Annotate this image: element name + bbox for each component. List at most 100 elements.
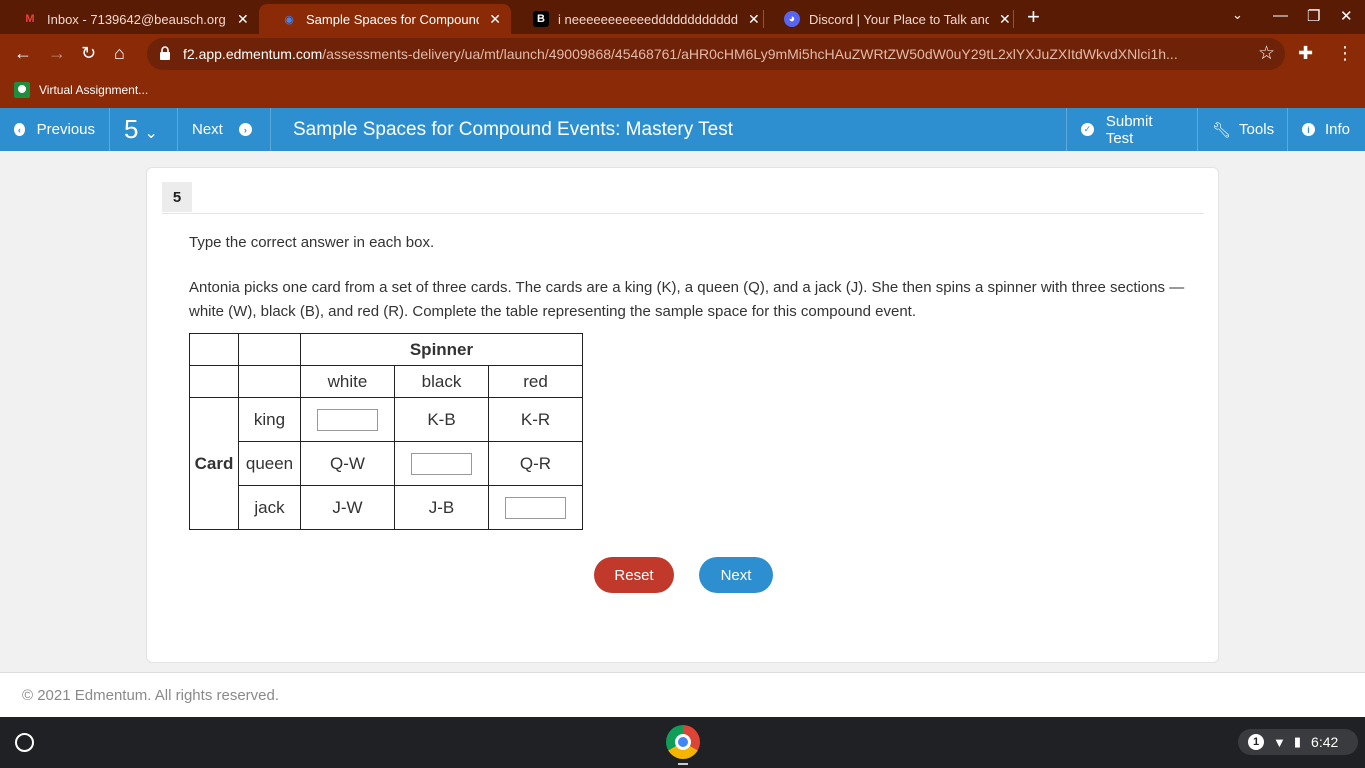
chevron-right-icon: › [238, 123, 252, 136]
answer-input-queen-black[interactable] [411, 452, 472, 475]
classroom-icon [14, 82, 30, 98]
new-tab-icon[interactable]: + [1027, 6, 1040, 28]
empty-cell [189, 333, 239, 366]
url-text: f2.app.edmentum.com/assessments-delivery… [183, 46, 1178, 62]
page-footer: © 2021 Edmentum. All rights reserved. [0, 672, 1365, 717]
close-icon[interactable]: ✕ [489, 11, 501, 28]
cell-jack-white: J-W [300, 485, 395, 530]
cell-king-red: K-R [488, 397, 583, 442]
question-card: 5 Type the correct answer in each box. A… [146, 167, 1219, 663]
tab-brainly[interactable]: B i neeeeeeeeeeeddddddddddddd ✕ [511, 4, 770, 34]
wifi-icon: ▼ [1273, 734, 1286, 750]
tools-label: Tools [1239, 121, 1275, 138]
browser-tab-strip: M Inbox - 7139642@beausch.org - B ✕ ◉ Sa… [0, 0, 1365, 34]
battery-icon: ▮ [1293, 734, 1302, 749]
previous-button[interactable]: ‹ Previous [0, 108, 110, 151]
card-header: Card [189, 397, 239, 530]
chevron-left-icon: ‹ [14, 123, 25, 136]
divider [162, 213, 1204, 214]
notification-badge: 1 [1248, 734, 1264, 750]
question-select-value: 5 [124, 114, 139, 144]
column-header-black: black [394, 365, 489, 398]
next-label: Next [192, 121, 223, 138]
bookmark-label: Virtual Assignment... [39, 83, 149, 97]
cell-jack-black: J-B [394, 485, 489, 530]
reset-button[interactable]: Reset [594, 557, 674, 593]
browser-toolbar: ← → ↻ ⌂ f2.app.edmentum.com/assessments-… [0, 34, 1365, 74]
discord-icon: ◕ [784, 11, 800, 27]
bookmarks-bar: Virtual Assignment... [0, 74, 1365, 108]
tab-title: Discord | Your Place to Talk and H [809, 11, 989, 27]
brainly-icon: B [533, 11, 549, 27]
question-number: 5 [162, 182, 192, 212]
tab-edmentum[interactable]: ◉ Sample Spaces for Compound Ev ✕ [259, 4, 511, 34]
cell-queen-black [394, 441, 489, 486]
menu-kebab-icon[interactable]: ⋮ [1336, 42, 1354, 64]
forward-arrow-icon[interactable]: → [48, 42, 66, 64]
star-icon[interactable]: ☆ [1258, 42, 1275, 65]
page-title: Sample Spaces for Compound Events: Maste… [293, 119, 734, 140]
column-header-white: white [300, 365, 395, 398]
check-circle-icon: ✓ [1081, 123, 1094, 136]
next-header-button[interactable]: Next › [178, 108, 271, 151]
os-shelf: 1 ▼ ▮ 6:42 [0, 717, 1365, 768]
wrench-icon: 🔧︎ [1212, 121, 1232, 139]
extensions-icon[interactable]: ✚ [1298, 42, 1313, 64]
close-icon[interactable]: ✕ [237, 11, 249, 28]
tab-gmail[interactable]: M Inbox - 7139642@beausch.org - B ✕ [0, 4, 259, 34]
empty-cell [189, 365, 239, 398]
running-indicator [678, 763, 688, 765]
close-icon[interactable]: ✕ [748, 11, 760, 28]
cell-jack-red [488, 485, 583, 530]
info-icon: i [1302, 123, 1315, 136]
cell-queen-white: Q-W [300, 441, 395, 486]
next-button[interactable]: Next [699, 557, 773, 593]
tab-search-icon[interactable]: ⌄ [1232, 7, 1243, 23]
lock-icon [160, 46, 170, 60]
cell-king-black: K-B [394, 397, 489, 442]
question-prompt: Antonia picks one card from a set of thr… [189, 279, 1185, 320]
row-header-queen: queen [238, 441, 301, 486]
previous-label: Previous [36, 121, 95, 138]
gmail-icon: M [25, 13, 35, 25]
tab-title: Sample Spaces for Compound Ev [306, 11, 480, 27]
edmentum-icon: ◉ [284, 13, 294, 26]
launcher-icon[interactable] [15, 733, 34, 752]
close-window-icon[interactable]: ✕ [1340, 7, 1353, 25]
chrome-icon[interactable] [666, 725, 700, 759]
question-select[interactable]: 5 ⌄ [110, 108, 178, 151]
minimize-icon[interactable]: — [1273, 7, 1288, 24]
tools-button[interactable]: 🔧︎ Tools [1198, 108, 1288, 151]
clock-time: 6:42 [1311, 734, 1339, 750]
row-header-king: king [238, 397, 301, 442]
home-icon[interactable]: ⌂ [114, 42, 125, 64]
address-bar[interactable]: f2.app.edmentum.com/assessments-delivery… [147, 38, 1285, 70]
column-header-red: red [488, 365, 583, 398]
test-header: ‹ Previous 5 ⌄ Next › Sample Spaces for … [0, 108, 1365, 151]
info-label: Info [1325, 121, 1351, 138]
tab-title: Inbox - 7139642@beausch.org - B [47, 11, 227, 27]
tab-title: i neeeeeeeeeeeddddddddddddd [558, 11, 738, 27]
empty-cell [238, 333, 301, 366]
bookmark-virtual-assignment[interactable]: Virtual Assignment... [14, 82, 148, 98]
answer-input-king-white[interactable] [317, 408, 378, 431]
tab-separator [1013, 10, 1014, 28]
maximize-icon[interactable]: ❐ [1307, 7, 1320, 25]
copyright-text: © 2021 Edmentum. All rights reserved. [22, 687, 280, 704]
instruction-text: Type the correct answer in each box. [189, 234, 435, 251]
submit-test-button[interactable]: ✓ Submit Test [1066, 108, 1198, 151]
back-arrow-icon[interactable]: ← [14, 42, 32, 64]
close-icon[interactable]: ✕ [999, 11, 1011, 28]
empty-cell [238, 365, 301, 398]
sample-space-table: Spinner white black red Card king K-B K-… [189, 333, 583, 530]
status-tray[interactable]: 1 ▼ ▮ 6:42 [1238, 729, 1358, 755]
cell-king-white [300, 397, 395, 442]
reload-icon[interactable]: ↻ [81, 42, 96, 64]
info-button[interactable]: i Info [1288, 108, 1365, 151]
submit-label: Submit Test [1105, 112, 1153, 147]
spinner-header: Spinner [300, 333, 583, 366]
chevron-down-icon: ⌄ [144, 124, 158, 142]
tab-discord[interactable]: ◕ Discord | Your Place to Talk and H ✕ [762, 4, 1021, 34]
answer-input-jack-red[interactable] [505, 496, 566, 519]
cell-queen-red: Q-R [488, 441, 583, 486]
